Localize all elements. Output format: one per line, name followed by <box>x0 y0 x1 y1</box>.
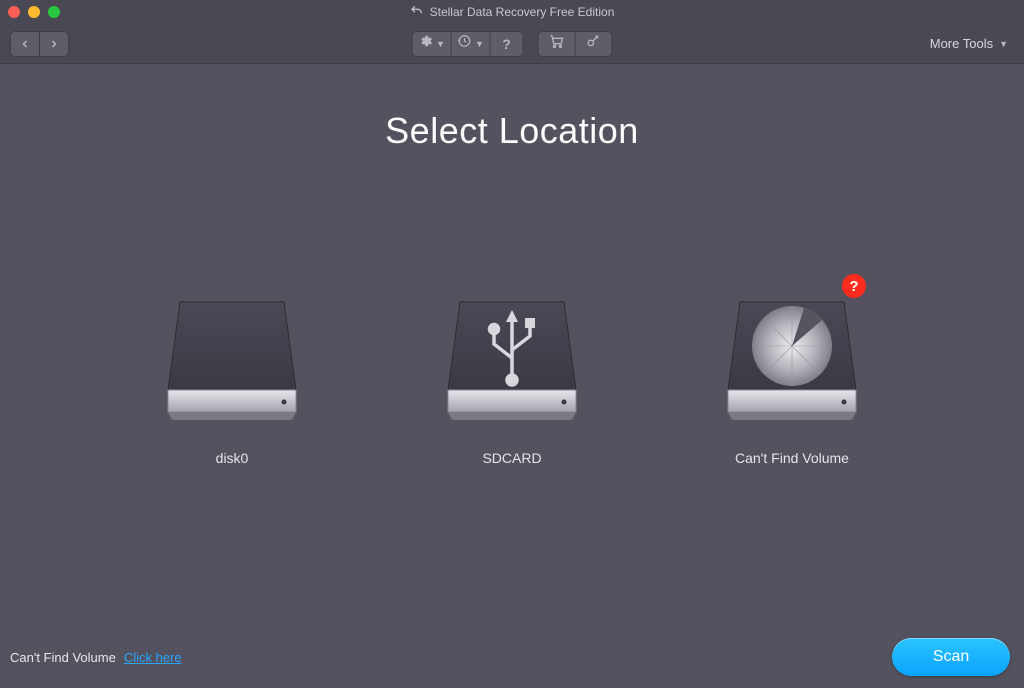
drive-row: disk0 <box>0 282 1024 466</box>
window-controls <box>8 6 60 18</box>
main-content: Select Location <box>0 64 1024 632</box>
activate-button[interactable] <box>575 31 613 57</box>
toolbar: ▼ ▼ ? Mo <box>0 24 1024 64</box>
undo-arrow-icon <box>410 4 424 21</box>
key-icon <box>586 33 602 54</box>
drive-item-disk0[interactable]: disk0 <box>162 282 302 466</box>
help-icon: ? <box>502 36 511 52</box>
footer-hint-text: Can't Find Volume <box>10 650 116 665</box>
usb-drive-icon <box>442 282 582 432</box>
close-window-button[interactable] <box>8 6 20 18</box>
gear-icon <box>418 34 432 53</box>
internal-drive-icon <box>162 282 302 432</box>
unknown-volume-icon: ? <box>722 282 862 432</box>
window-title: Stellar Data Recovery Free Edition <box>430 5 615 19</box>
question-badge-icon: ? <box>842 274 866 298</box>
history-icon <box>457 34 471 53</box>
settings-cluster: ▼ ▼ ? <box>412 31 524 57</box>
cart-button[interactable] <box>538 31 576 57</box>
more-tools-label: More Tools <box>930 36 993 51</box>
history-button[interactable]: ▼ <box>451 31 491 57</box>
purchase-cluster <box>538 31 613 57</box>
cart-icon <box>549 33 565 54</box>
window-title-group: Stellar Data Recovery Free Edition <box>410 4 615 21</box>
titlebar: Stellar Data Recovery Free Edition <box>0 0 1024 24</box>
settings-button[interactable]: ▼ <box>412 31 452 57</box>
drive-label: Can't Find Volume <box>735 450 849 466</box>
minimize-window-button[interactable] <box>28 6 40 18</box>
chevron-down-icon: ▼ <box>999 39 1008 49</box>
page-title: Select Location <box>0 110 1024 152</box>
footer-click-here-link[interactable]: Click here <box>124 650 182 665</box>
drive-label: disk0 <box>216 450 249 466</box>
toolbar-center: ▼ ▼ ? <box>412 31 613 57</box>
fullscreen-window-button[interactable] <box>48 6 60 18</box>
scan-button[interactable]: Scan <box>892 638 1010 676</box>
drive-item-sdcard[interactable]: SDCARD <box>442 282 582 466</box>
chevron-down-icon: ▼ <box>475 39 484 49</box>
footer: Can't Find Volume Click here Scan <box>0 632 1024 688</box>
nav-forward-button[interactable] <box>39 31 69 57</box>
drive-item-cant-find-volume[interactable]: ? Can't Find Volume <box>722 282 862 466</box>
more-tools-dropdown[interactable]: More Tools ▼ <box>930 36 1014 51</box>
nav-back-button[interactable] <box>10 31 40 57</box>
nav-group <box>10 31 69 57</box>
drive-label: SDCARD <box>482 450 541 466</box>
chevron-down-icon: ▼ <box>436 39 445 49</box>
help-button[interactable]: ? <box>490 31 524 57</box>
